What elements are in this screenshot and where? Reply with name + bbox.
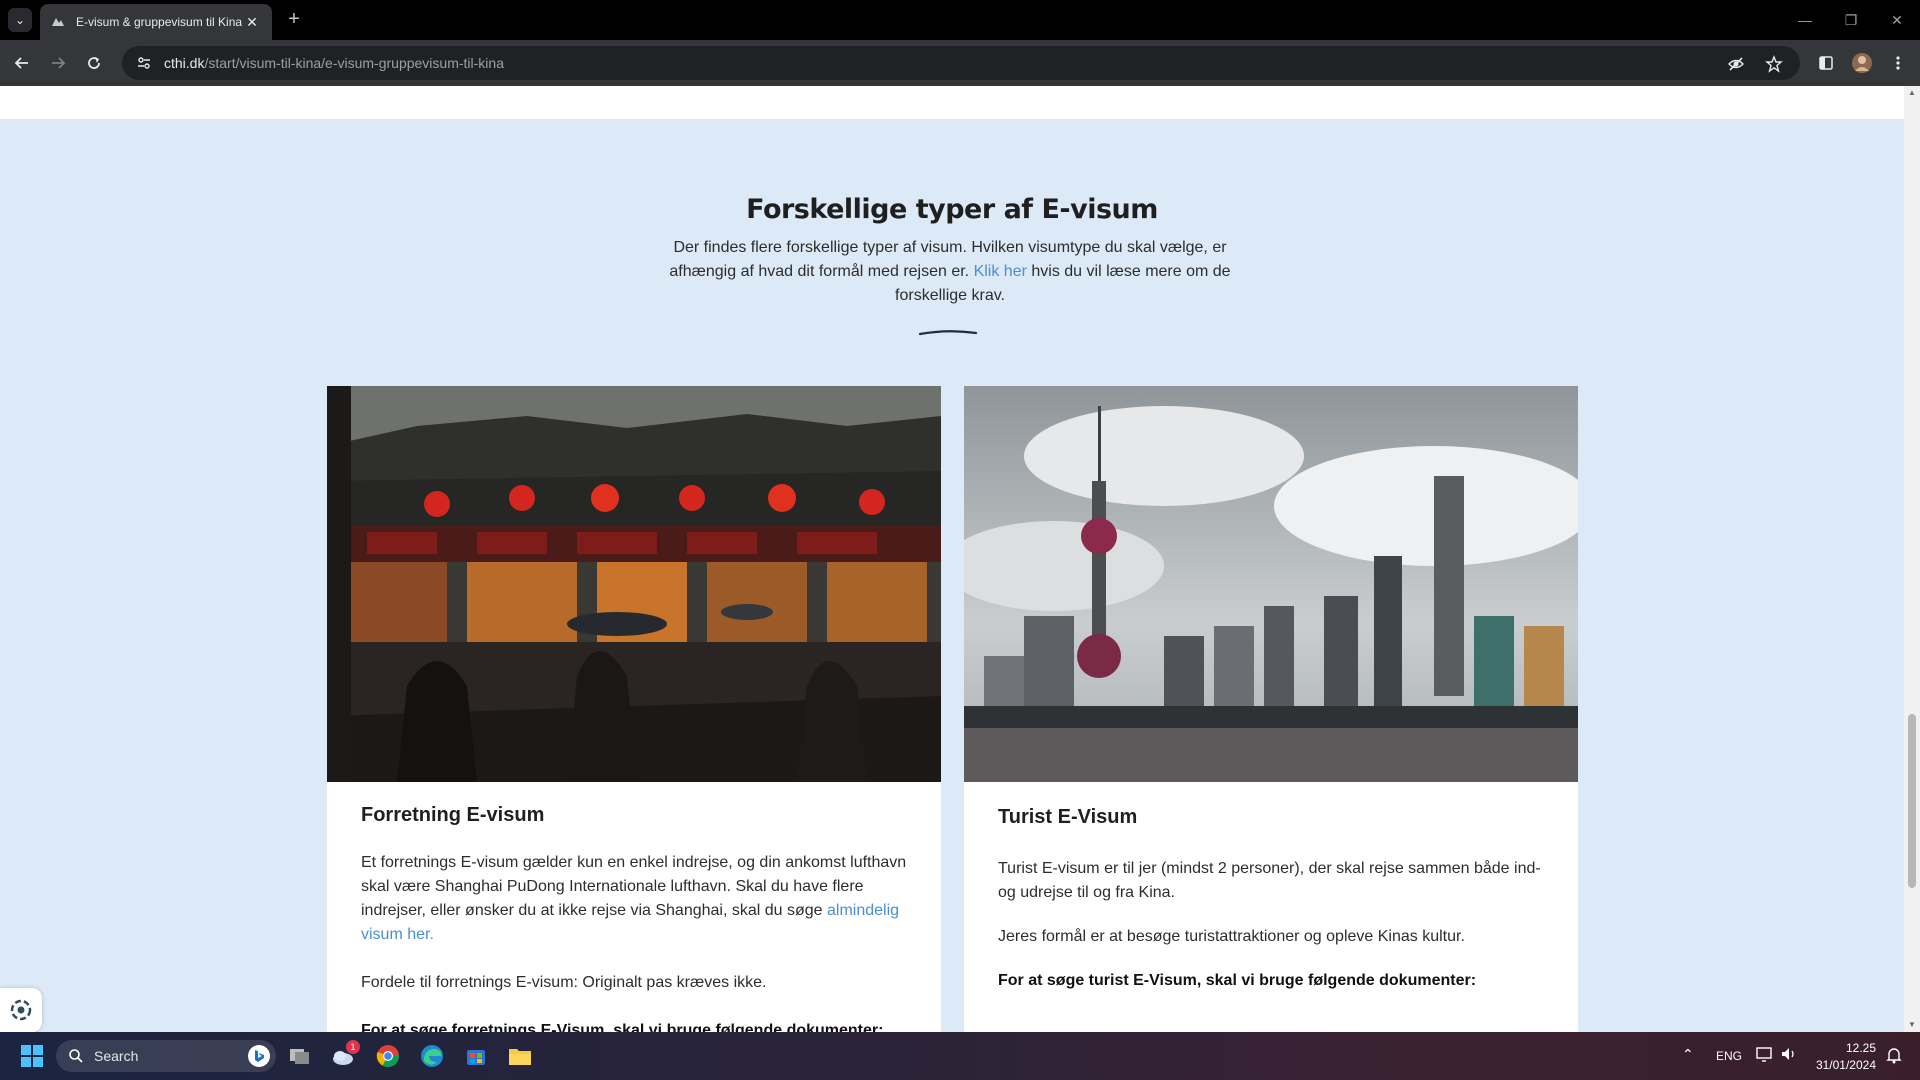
- new-tab-button[interactable]: +: [282, 8, 306, 32]
- bookmark-star-icon[interactable]: [1764, 54, 1784, 74]
- section-intro: Der findes flere forskellige typer af vi…: [660, 236, 1240, 308]
- restore-icon[interactable]: ❐: [1828, 0, 1874, 40]
- tab-title: E-visum & gruppevisum til Kina: [76, 15, 242, 29]
- browser-tab-active[interactable]: E-visum & gruppevisum til Kina ✕: [40, 4, 272, 40]
- microsoft-store-icon[interactable]: [460, 1040, 492, 1072]
- volume-icon[interactable]: [1780, 1046, 1798, 1065]
- clock-date[interactable]: 31/01/2024: [1806, 1058, 1876, 1072]
- forward-arrow-icon[interactable]: [46, 51, 70, 75]
- business-card-paragraph-1: Et forretnings E-visum gælder kun en enk…: [361, 851, 907, 947]
- scroll-up-arrow-icon[interactable]: ▲: [1904, 86, 1920, 100]
- chrome-app-icon[interactable]: [372, 1040, 404, 1072]
- tourist-card-documents-heading: For at søge turist E-Visum, skal vi brug…: [998, 972, 1477, 989]
- browser-menu-icon[interactable]: [1886, 51, 1910, 75]
- minimize-icon[interactable]: —: [1782, 0, 1828, 40]
- show-hidden-icons-chevron-icon[interactable]: ⌃: [1682, 1046, 1694, 1063]
- edge-app-icon[interactable]: [416, 1040, 448, 1072]
- tourist-card-paragraph-2: Jeres formål er at besøge turistattrakti…: [998, 928, 1465, 945]
- weather-widget-icon[interactable]: 1: [328, 1040, 360, 1072]
- close-window-icon[interactable]: ✕: [1874, 0, 1920, 40]
- file-explorer-icon[interactable]: [504, 1040, 536, 1072]
- url-text: cthi.dk/start/visum-til-kina/e-visum-gru…: [164, 55, 504, 71]
- wave-divider: [918, 330, 978, 336]
- tab-close-icon[interactable]: ✕: [242, 14, 262, 31]
- url-path: /start/visum-til-kina/e-visum-gruppevisu…: [204, 55, 504, 71]
- scroll-down-arrow-icon[interactable]: ▼: [1904, 1018, 1920, 1032]
- bing-chat-icon[interactable]: [248, 1045, 270, 1067]
- taskbar-search-label: Search: [94, 1048, 139, 1064]
- accessibility-gear-icon: [10, 999, 32, 1021]
- read-more-link[interactable]: Klik her: [974, 263, 1027, 280]
- scrollbar-thumb[interactable]: [1908, 714, 1916, 888]
- browser-tab-bar: ⌄ E-visum & gruppevisum til Kina ✕ + — ❐…: [0, 0, 1920, 40]
- profile-avatar[interactable]: [1850, 51, 1874, 75]
- side-panel-icon[interactable]: [1814, 51, 1838, 75]
- tab-search-chevron-icon[interactable]: ⌄: [8, 8, 32, 32]
- page-scrollbar[interactable]: ▲ ▼: [1904, 86, 1920, 1032]
- address-bar[interactable]: cthi.dk/start/visum-til-kina/e-visum-gru…: [122, 46, 1800, 80]
- browser-toolbar: cthi.dk/start/visum-til-kina/e-visum-gru…: [0, 40, 1920, 86]
- business-card-documents-heading: For at søge forretnings E-Visum, skal vi…: [361, 1022, 884, 1032]
- reload-icon[interactable]: [82, 51, 106, 75]
- business-card-paragraph-2: Fordele til forretnings E-visum: Origina…: [361, 974, 767, 991]
- tourist-evisa-card: Turist E-Visum Turist E-visum er til jer…: [964, 386, 1578, 1032]
- windows-start-icon[interactable]: [20, 1044, 44, 1068]
- notification-bell-icon[interactable]: [1886, 1046, 1902, 1067]
- business-evisa-card: Forretning E-visum Et forretnings E-visu…: [327, 386, 941, 1032]
- weather-notification-badge: 1: [346, 1040, 360, 1054]
- url-host: cthi.dk: [164, 55, 205, 71]
- search-icon: [69, 1049, 83, 1063]
- tourist-card-paragraph-1: Turist E-visum er til jer (mindst 2 pers…: [998, 860, 1541, 901]
- taskbar-search-box[interactable]: Search: [56, 1040, 276, 1072]
- page-viewport: Forskellige typer af E-visum Der findes …: [0, 86, 1920, 1032]
- language-indicator[interactable]: ENG: [1716, 1049, 1742, 1063]
- tracking-protection-eye-icon[interactable]: [1726, 54, 1746, 74]
- windows-taskbar: Search 1 ⌃ ENG 12.25 31/01/2024: [0, 1032, 1920, 1080]
- business-card-heading: Forretning E-visum: [361, 804, 545, 826]
- site-info-icon[interactable]: [134, 53, 154, 73]
- clock-time[interactable]: 12.25: [1816, 1041, 1876, 1055]
- previous-section-bottom: [0, 86, 1904, 119]
- section-title: Forskellige typer af E-visum: [746, 194, 1158, 225]
- task-view-icon[interactable]: [284, 1040, 316, 1072]
- tourist-card-body: Turist E-Visum Turist E-visum er til jer…: [998, 806, 1544, 993]
- business-card-body: Forretning E-visum Et forretnings E-visu…: [361, 804, 907, 1032]
- back-arrow-icon[interactable]: [10, 51, 34, 75]
- shanghai-skyline-photo: [964, 386, 1578, 782]
- business-card-text: Et forretnings E-visum gælder kun en enk…: [361, 854, 907, 919]
- tourist-card-heading: Turist E-Visum: [998, 806, 1138, 828]
- china-street-market-photo: [327, 386, 941, 782]
- network-icon[interactable]: [1756, 1046, 1774, 1065]
- site-favicon-icon: [50, 14, 66, 30]
- accessibility-widget-button[interactable]: [0, 988, 42, 1032]
